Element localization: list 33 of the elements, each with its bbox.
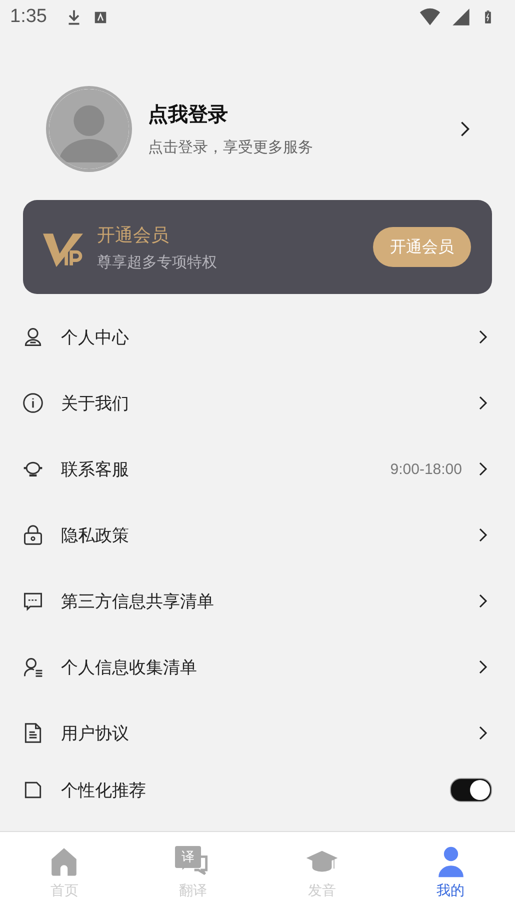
document-icon	[22, 722, 44, 744]
menu-label: 用户协议	[61, 722, 130, 744]
chat-icon	[22, 590, 44, 612]
wifi-icon	[419, 6, 441, 28]
service-hours: 9:00-18:00	[390, 460, 462, 478]
menu-label: 关于我们	[61, 392, 130, 414]
nav-tab[interactable]: 我的	[386, 832, 515, 917]
menu-item[interactable]: 第三方信息共享清单	[22, 568, 492, 634]
menu-label: 第三方信息共享清单	[61, 590, 215, 612]
menu-label: 隐私政策	[61, 524, 130, 546]
menu-label: 联系客服	[61, 458, 130, 480]
menu-label: 个人信息收集清单	[61, 656, 198, 678]
menu-item[interactable]: 个人信息收集清单	[22, 634, 492, 700]
menu-label: 个人中心	[61, 326, 130, 348]
menu-label: 个性化推荐	[61, 780, 147, 802]
menu-item[interactable]: 用户协议	[22, 700, 492, 766]
menu-item[interactable]: 联系客服 9:00-18:00	[22, 436, 492, 502]
toggle-switch[interactable]	[450, 778, 492, 802]
vip-title: 开通会员	[97, 224, 170, 246]
signal-icon	[451, 7, 471, 27]
login-subtitle: 点击登录，享受更多服务	[148, 138, 314, 157]
user-icon	[22, 326, 44, 348]
menu-item[interactable]: 个性化推荐	[22, 766, 492, 814]
user-list-icon	[22, 656, 44, 678]
menu-item[interactable]: 隐私政策	[22, 502, 492, 568]
login-title[interactable]: 点我登录	[148, 101, 455, 128]
menu-item[interactable]: 关于我们	[22, 370, 492, 436]
status-time: 1:35	[10, 6, 47, 28]
lock-icon	[22, 524, 44, 546]
notification-icon	[92, 10, 108, 24]
menu-item[interactable]: 个人中心	[22, 304, 492, 370]
vip-subtitle: 尊享超多专项特权	[97, 252, 218, 272]
info-icon	[22, 392, 44, 414]
